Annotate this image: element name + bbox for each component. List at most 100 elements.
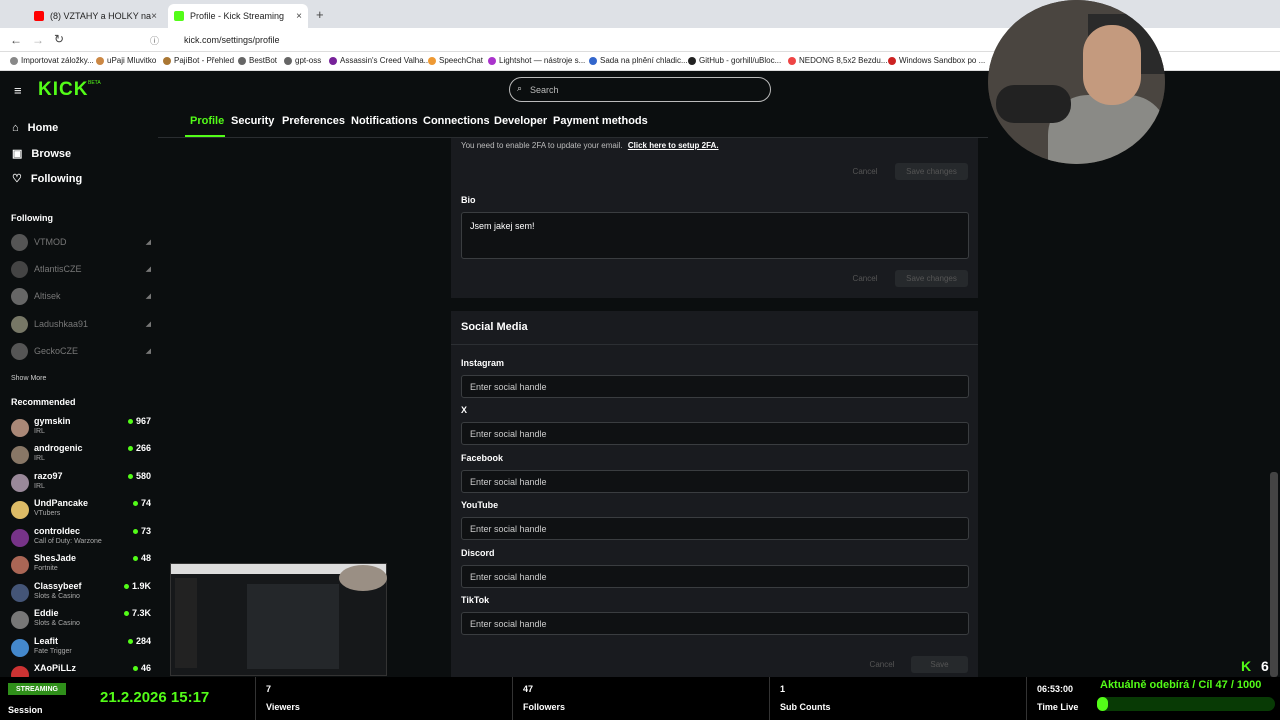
bookmark-item[interactable]: uPaji Mluvitko [96, 56, 156, 65]
tab-preferences[interactable]: Preferences [282, 115, 345, 127]
x-field[interactable]: Enter social handle [461, 422, 969, 445]
recommended-channel[interactable]: androgenic IRL 266 [11, 442, 151, 468]
tiktok-field[interactable]: Enter social handle [461, 612, 969, 635]
browser-tab-youtube[interactable]: (8) VZTAHY a HOLKY na Cestác × [28, 4, 163, 28]
session-label: Session [8, 705, 43, 715]
cancel-button[interactable]: Cancel [842, 163, 888, 180]
save-changes-button[interactable]: Save changes [895, 163, 968, 180]
offline-icon: ◢ [145, 321, 151, 328]
stream-stats-bar: STREAMING Session 21.2.2026 15:17 7 View… [0, 677, 1280, 720]
following-channel[interactable]: Altisek ◢ [11, 287, 151, 305]
preview-panel [247, 584, 339, 669]
tab-connections[interactable]: Connections [423, 115, 490, 127]
search-icon: ⌕ [517, 83, 523, 93]
home-icon: ⌂ [12, 122, 19, 134]
social-media-title: Social Media [461, 321, 528, 333]
tab-developer[interactable]: Developer [494, 115, 547, 127]
recommended-channel[interactable]: XAoPiLLz 46 [11, 662, 151, 677]
bookmark-item[interactable]: NEDONG 8,5x2 Bezdu... [788, 56, 887, 65]
kick-k-icon: K [1241, 658, 1252, 674]
tab-profile[interactable]: Profile [190, 115, 224, 127]
reload-icon[interactable]: ↻ [54, 32, 64, 46]
instagram-field[interactable]: Enter social handle [461, 375, 969, 398]
subs-stat: 1 Sub Counts [769, 677, 1026, 720]
facebook-field[interactable]: Enter social handle [461, 470, 969, 493]
browse-icon: ▣ [12, 148, 23, 160]
followers-stat: 47 Followers [512, 677, 769, 720]
preview-webcam [339, 565, 387, 591]
save-changes-button[interactable]: Save changes [895, 270, 968, 287]
microphone [996, 85, 1071, 123]
kick-logo[interactable]: KICK [38, 79, 88, 101]
forward-icon[interactable]: → [32, 33, 44, 47]
discord-field[interactable]: Enter social handle [461, 565, 969, 588]
streaming-badge: STREAMING [8, 683, 66, 695]
heart-icon: ♡ [12, 173, 22, 185]
recommended-channel[interactable]: Classybeef Slots & Casino 1.9K [11, 580, 151, 606]
tab-notifications[interactable]: Notifications [351, 115, 418, 127]
bookmark-item[interactable]: Sada na plnění chladic... [589, 56, 688, 65]
bookmark-item[interactable]: SpeechChat [428, 56, 483, 65]
bookmark-item[interactable]: Lightshot — nástroje s... [488, 56, 585, 65]
sidebar-item-browse[interactable]: ▣ Browse [12, 147, 71, 161]
menu-icon[interactable]: ≡ [14, 83, 22, 98]
back-icon[interactable]: ← [10, 33, 22, 47]
following-channel[interactable]: VTMOD ◢ [11, 233, 151, 251]
webcam-overlay [988, 0, 1165, 164]
show-more-link[interactable]: Show More [11, 375, 46, 382]
cancel-button[interactable]: Cancel [842, 270, 888, 287]
recommended-channel[interactable]: Eddie Slots & Casino 7.3K [11, 607, 151, 633]
following-channel[interactable]: GeckoCZE ◢ [11, 342, 151, 360]
youtube-icon [34, 11, 44, 21]
browser-tab-kick[interactable]: Profile - Kick Streaming × [168, 4, 308, 28]
bookmark-item[interactable]: PajiBot - Přehled [163, 56, 234, 65]
sidebar-item-home[interactable]: ⌂ Home [12, 122, 58, 134]
stream-preview [170, 563, 387, 676]
tab-title: Profile - Kick Streaming [190, 11, 285, 21]
bookmark-item[interactable]: Windows Sandbox po ... [888, 56, 985, 65]
recommended-channel[interactable]: UndPancake VTubers 74 [11, 497, 151, 523]
scrollbar[interactable] [1270, 472, 1278, 677]
discord-label: Discord [461, 548, 495, 558]
session-datetime: 21.2.2026 15:17 [100, 689, 210, 706]
sub-goal-progress-fill [1097, 697, 1108, 711]
offline-icon: ◢ [145, 239, 151, 246]
save-button[interactable]: Save [911, 656, 968, 673]
bookmark-item[interactable]: Assassin's Creed Valha... [329, 56, 430, 65]
youtube-label: YouTube [461, 500, 499, 510]
email-2fa-notice: You need to enable 2FA to update your em… [461, 141, 719, 150]
bookmark-item[interactable]: Importovat záložky... [10, 56, 94, 65]
tab-payment-methods[interactable]: Payment methods [553, 115, 648, 127]
close-tab-icon[interactable]: × [296, 11, 302, 22]
bio-textarea[interactable]: Jsem jakej sem! [461, 212, 969, 259]
sidebar: ⌂ Home ▣ Browse ♡ Following Following VTMOD… [0, 109, 158, 677]
new-tab-icon[interactable]: + [316, 7, 324, 22]
kick-counter: 6 [1261, 658, 1269, 674]
following-channel[interactable]: Ladushkaa91 ◢ [11, 315, 151, 333]
sidebar-item-following[interactable]: ♡ Following [12, 172, 82, 186]
cancel-button[interactable]: Cancel [862, 656, 902, 673]
recommended-channel[interactable]: controldec Call of Duty: Warzone 73 [11, 525, 151, 551]
tab-security[interactable]: Security [231, 115, 274, 127]
recommended-channel[interactable]: ShesJade Fortnite 48 [11, 552, 151, 578]
offline-icon: ◢ [145, 293, 151, 300]
bookmark-item[interactable]: BestBot [238, 56, 277, 65]
offline-icon: ◢ [145, 348, 151, 355]
following-channel[interactable]: AtlantisCZE ◢ [11, 260, 151, 278]
tab-title: (8) VZTAHY a HOLKY na Cestác [50, 11, 152, 21]
recommended-channel[interactable]: gymskin IRL 967 [11, 415, 151, 441]
site-info-icon[interactable]: ⓘ [150, 34, 159, 47]
close-tab-icon[interactable]: × [151, 11, 157, 22]
youtube-field[interactable]: Enter social handle [461, 517, 969, 540]
recommended-channel[interactable]: razo97 IRL 580 [11, 470, 151, 496]
bookmark-item[interactable]: GitHub - gorhill/uBloc... [688, 56, 781, 65]
preview-sidebar [175, 578, 197, 668]
search-input[interactable]: ⌕ Search [509, 77, 771, 102]
recommended-channel[interactable]: Leafit Fate Trigger 284 [11, 635, 151, 661]
facebook-label: Facebook [461, 453, 504, 463]
setup-2fa-link[interactable]: Click here to setup 2FA. [628, 141, 719, 150]
url-field[interactable]: kick.com/settings/profile [184, 35, 280, 45]
active-tab-underline [185, 135, 225, 137]
search-placeholder: Search [530, 84, 559, 95]
bookmark-item[interactable]: gpt-oss [284, 56, 321, 65]
